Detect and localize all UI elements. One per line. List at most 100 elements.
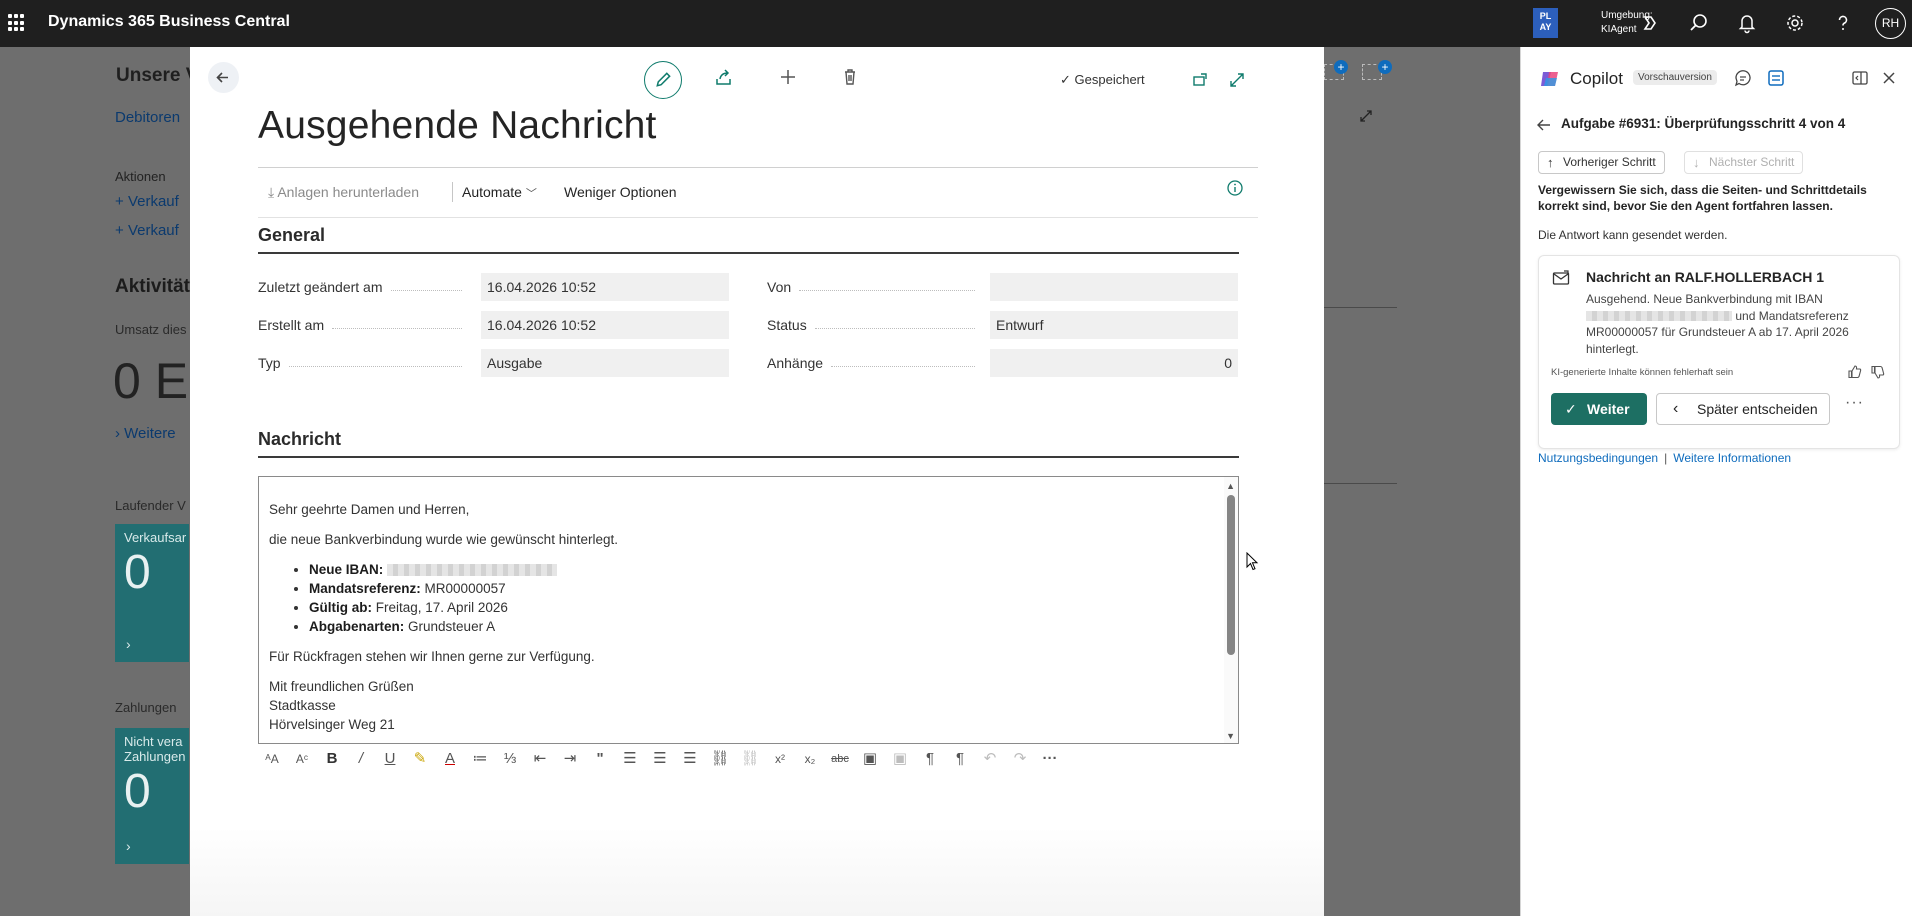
environment-badge[interactable]: PL AY bbox=[1533, 8, 1558, 38]
message-greeting: Sehr geehrte Damen und Herren, bbox=[269, 502, 470, 517]
tasks-icon[interactable] bbox=[1766, 68, 1786, 88]
download-attachments-button[interactable]: ⤓ Anlagen herunterladen bbox=[268, 184, 419, 201]
font-size-icon[interactable]: Aᶜ bbox=[292, 748, 312, 770]
back-arrow-icon[interactable] bbox=[1535, 116, 1553, 134]
mail-icon bbox=[1552, 270, 1570, 285]
thumbs-up-icon[interactable] bbox=[1847, 364, 1863, 380]
search-icon[interactable] bbox=[1688, 12, 1710, 34]
highlight-icon[interactable]: ✎ bbox=[410, 748, 430, 770]
task-title: Aufgabe #6931: Überprüfungsschritt 4 von… bbox=[1561, 116, 1846, 131]
ltr-icon[interactable]: ¶ bbox=[920, 748, 940, 770]
share-button[interactable] bbox=[710, 63, 738, 91]
copilot-icon[interactable] bbox=[1639, 12, 1661, 34]
subscript-icon[interactable]: x₂ bbox=[800, 748, 820, 770]
message-street: Hörvelsinger Weg 21 bbox=[269, 717, 395, 732]
message-questions: Für Rückfragen stehen wir Ihnen gerne zu… bbox=[269, 649, 595, 664]
sales-quotes-tile-label: Verkaufsar bbox=[124, 530, 187, 545]
more-link[interactable]: › Weitere bbox=[115, 425, 176, 442]
scroll-down-icon[interactable]: ▼ bbox=[1226, 731, 1235, 741]
open-new-window-icon[interactable] bbox=[1191, 71, 1209, 89]
more-options-icon[interactable]: ··· bbox=[1845, 394, 1864, 412]
sales-quotes-tile[interactable]: Verkaufsar 0 › bbox=[115, 524, 189, 662]
italic-icon[interactable]: / bbox=[351, 748, 371, 770]
scroll-up-icon[interactable]: ▲ bbox=[1226, 481, 1235, 491]
close-icon[interactable] bbox=[1879, 68, 1899, 88]
insert-image-icon[interactable]: ▣ bbox=[860, 748, 880, 770]
bold-icon[interactable]: B bbox=[322, 748, 342, 770]
list-item: Neue IBAN: bbox=[309, 560, 1238, 579]
outdent-icon[interactable]: ⇤ bbox=[530, 748, 550, 770]
attachments-field-value[interactable]: 0 bbox=[990, 349, 1238, 377]
info-icon[interactable] bbox=[1226, 179, 1244, 197]
thumbs-down-icon[interactable] bbox=[1870, 364, 1886, 380]
created-field-value[interactable]: 16.04.2026 10:52 bbox=[481, 311, 729, 339]
quote-icon[interactable]: " bbox=[590, 748, 610, 770]
fewer-options-button[interactable]: Weniger Optionen bbox=[564, 184, 677, 200]
terms-link[interactable]: Nutzungsbedingungen bbox=[1538, 451, 1658, 465]
status-field-value[interactable]: Entwurf bbox=[990, 311, 1238, 339]
scroll-thumb[interactable] bbox=[1227, 495, 1235, 655]
changed-field-value[interactable]: 16.04.2026 10:52 bbox=[481, 273, 729, 301]
font-family-icon[interactable]: ᴬA bbox=[262, 748, 282, 770]
align-left-icon[interactable]: ☰ bbox=[620, 748, 640, 770]
payments-tile-value: 0 bbox=[124, 765, 151, 818]
indent-icon[interactable]: ⇥ bbox=[560, 748, 580, 770]
more-options-icon[interactable]: ··· bbox=[1040, 748, 1060, 770]
chevron-down-icon: ﹀ bbox=[525, 188, 537, 200]
from-field-value[interactable] bbox=[990, 273, 1238, 301]
gear-icon[interactable] bbox=[1784, 12, 1806, 34]
font-color-icon[interactable]: A bbox=[440, 748, 460, 770]
outgoing-message-card: ✓ Gespeichert Ausgehende Nachricht ⤓ Anl… bbox=[190, 47, 1324, 916]
message-editor[interactable]: Sehr geehrte Damen und Herren, die neue … bbox=[258, 476, 1239, 744]
link-icon[interactable]: ⛓ bbox=[710, 748, 730, 770]
bell-icon[interactable] bbox=[1736, 12, 1758, 34]
message-heading[interactable]: Nachricht bbox=[258, 429, 341, 450]
customers-link[interactable]: Debitoren bbox=[115, 109, 180, 126]
copilot-title: Copilot bbox=[1570, 69, 1623, 88]
back-button[interactable] bbox=[208, 62, 239, 93]
valid-from-value: Freitag, 17. April 2026 bbox=[375, 600, 508, 615]
mouse-cursor-icon bbox=[1246, 552, 1259, 571]
delete-button[interactable] bbox=[836, 63, 864, 91]
add-icon[interactable]: + bbox=[1334, 60, 1348, 74]
redacted-iban bbox=[1586, 311, 1732, 322]
superscript-icon[interactable]: x² bbox=[770, 748, 790, 770]
message-details-list: Neue IBAN: Mandatsreferenz: MR00000057 G… bbox=[309, 560, 1238, 636]
chevron-right-icon: › bbox=[126, 636, 131, 652]
message-summary-card: Nachricht an RALF.HOLLERBACH 1 Ausgehend… bbox=[1538, 255, 1900, 449]
app-title[interactable]: Dynamics 365 Business Central bbox=[48, 13, 290, 31]
bullet-list-icon[interactable]: ≔ bbox=[470, 748, 490, 770]
general-heading[interactable]: General bbox=[258, 225, 325, 246]
payments-tile[interactable]: Nicht vera Zahlungen 0 › bbox=[115, 728, 189, 864]
edit-button[interactable] bbox=[644, 61, 682, 99]
align-center-icon[interactable]: ☰ bbox=[650, 748, 670, 770]
message-card-body: Ausgehend. Neue Bankverbindung mit IBAN … bbox=[1586, 291, 1891, 357]
chat-icon[interactable] bbox=[1733, 68, 1753, 88]
numbered-list-icon[interactable]: ⅓ bbox=[500, 748, 520, 770]
align-right-icon[interactable]: ☰ bbox=[680, 748, 700, 770]
decide-later-button[interactable]: ‹ Später entscheiden bbox=[1656, 393, 1830, 425]
rtl-icon[interactable]: ¶ bbox=[950, 748, 970, 770]
previous-step-button[interactable]: ↑ Vorheriger Schritt bbox=[1538, 151, 1665, 174]
type-field-label: Typ bbox=[258, 349, 472, 377]
page-title: Ausgehende Nachricht bbox=[258, 104, 657, 147]
fullscreen-icon[interactable] bbox=[1228, 71, 1246, 89]
continue-button[interactable]: ✓ Weiter bbox=[1551, 393, 1647, 425]
avatar[interactable]: RH bbox=[1875, 8, 1906, 39]
sales-action-1[interactable]: + Verkauf bbox=[115, 193, 179, 210]
more-info-link[interactable]: Weitere Informationen bbox=[1673, 451, 1791, 465]
environment-badge-line-1: PL bbox=[1539, 11, 1552, 21]
app-launcher-icon[interactable] bbox=[8, 14, 26, 32]
strikethrough-icon[interactable]: abc bbox=[830, 748, 850, 770]
editor-scrollbar[interactable]: ▲ ▼ bbox=[1224, 477, 1238, 743]
underline-icon[interactable]: U bbox=[380, 748, 400, 770]
type-field-value[interactable]: Ausgabe bbox=[481, 349, 729, 377]
expand-icon[interactable] bbox=[1358, 108, 1374, 124]
automate-menu[interactable]: Automate ﹀ bbox=[462, 184, 537, 201]
action-separator bbox=[452, 182, 453, 202]
add-button[interactable] bbox=[774, 63, 802, 91]
help-icon[interactable] bbox=[1832, 12, 1854, 34]
sales-action-2[interactable]: + Verkauf bbox=[115, 222, 179, 239]
add-icon[interactable]: + bbox=[1378, 60, 1392, 74]
dock-pane-icon[interactable] bbox=[1850, 68, 1870, 88]
